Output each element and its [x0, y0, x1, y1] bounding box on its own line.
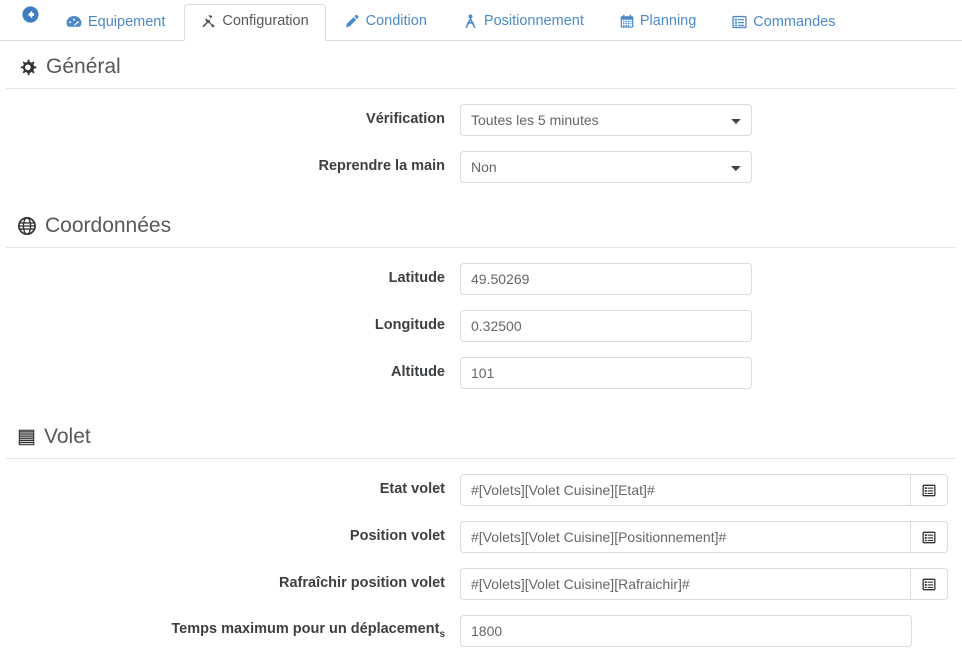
tab-label: Configuration	[222, 13, 309, 30]
altitude-label: Altitude	[391, 364, 445, 381]
form-group-latitude: Latitude	[0, 263, 962, 295]
form-group-reprendre-la-main: Reprendre la main Non	[0, 151, 962, 183]
rafraichir-volet-label: Rafraîchir position volet	[279, 575, 445, 592]
sitemap-icon	[463, 14, 478, 29]
rafraichir-volet-picker-button[interactable]	[910, 568, 948, 600]
form-group-longitude: Longitude	[0, 310, 962, 342]
section-title: Coordonnées	[45, 214, 172, 237]
etat-volet-label: Etat volet	[379, 481, 445, 498]
section-coordonnees: Coordonnées Latitude Longitude Altitude	[0, 200, 962, 389]
globe-icon	[18, 217, 36, 235]
tab-label: Positionnement	[483, 13, 584, 30]
temps-maximum-unit: s	[439, 628, 445, 640]
tab-equipement[interactable]: Equipement	[49, 5, 182, 42]
etat-volet-input[interactable]	[460, 474, 910, 506]
list-alt-icon	[732, 15, 747, 29]
section-volet-header: Volet	[6, 411, 956, 459]
tab-label: Commandes	[753, 13, 836, 30]
form-group-altitude: Altitude	[0, 357, 962, 389]
form-group-rafraichir-position-volet: Rafraîchir position volet	[0, 568, 962, 600]
main-tab-bar: Equipement Configuration Condition Posit…	[0, 0, 962, 41]
back-button[interactable]	[12, 1, 49, 41]
position-volet-label: Position volet	[349, 528, 445, 545]
calendar-icon	[620, 14, 634, 29]
list-alt-icon	[922, 578, 936, 591]
tab-label: Condition	[365, 13, 427, 30]
form-group-position-volet: Position volet	[0, 521, 962, 553]
section-title: Général	[46, 55, 121, 78]
verification-label: Vérification	[366, 111, 445, 128]
section-volet: Volet Etat volet #[Volets][Volet Cuisine…	[0, 411, 962, 647]
list-alt-icon	[922, 484, 936, 497]
tachometer-icon	[66, 15, 82, 29]
tab-configuration[interactable]: Configuration	[184, 4, 326, 41]
verification-select[interactable]: Toutes les 5 minutes	[460, 104, 752, 136]
tab-planning[interactable]: Planning	[603, 4, 713, 41]
section-general: Général Vérification Toutes les 5 minute…	[0, 41, 962, 183]
form-group-etat-volet: Etat volet	[0, 474, 962, 506]
form-group-temps-maximum: Temps maximum pour un déplacements	[0, 615, 962, 647]
latitude-input[interactable]	[460, 263, 752, 295]
reprendre-select[interactable]: Non	[460, 151, 752, 183]
position-volet-picker-button[interactable]	[910, 521, 948, 553]
tab-condition[interactable]: Condition	[328, 4, 444, 41]
etat-volet-picker-button[interactable]	[910, 474, 948, 506]
tab-positionnement[interactable]: Positionnement	[446, 4, 601, 41]
section-coordonnees-header: Coordonnées	[6, 200, 956, 248]
longitude-label: Longitude	[374, 317, 445, 334]
list-alt-icon	[922, 531, 936, 544]
tab-label: Equipement	[88, 13, 166, 30]
section-title: Volet	[44, 425, 91, 448]
section-general-header: Général	[6, 41, 956, 89]
form-group-verification: Vérification Toutes les 5 minutes	[0, 104, 962, 136]
pencil-icon	[345, 14, 360, 29]
altitude-input[interactable]	[460, 357, 752, 389]
position-volet-input[interactable]	[460, 521, 910, 553]
temps-maximum-label-text: Temps maximum pour un déplacement	[171, 621, 440, 638]
tab-commandes[interactable]: Commandes	[715, 5, 852, 42]
tab-label: Planning	[639, 13, 697, 30]
gear-icon	[18, 58, 37, 77]
latitude-label: Latitude	[388, 270, 445, 287]
arrow-circle-left-icon	[22, 6, 39, 28]
temps-maximum-input[interactable]	[460, 615, 912, 647]
longitude-input[interactable]	[460, 310, 752, 342]
reprendre-label: Reprendre la main	[318, 158, 445, 175]
temps-maximum-label: Temps maximum pour un déplacements	[0, 621, 460, 641]
wrench-icon	[201, 14, 216, 29]
rafraichir-volet-input[interactable]	[460, 568, 910, 600]
blinds-icon	[18, 429, 35, 446]
